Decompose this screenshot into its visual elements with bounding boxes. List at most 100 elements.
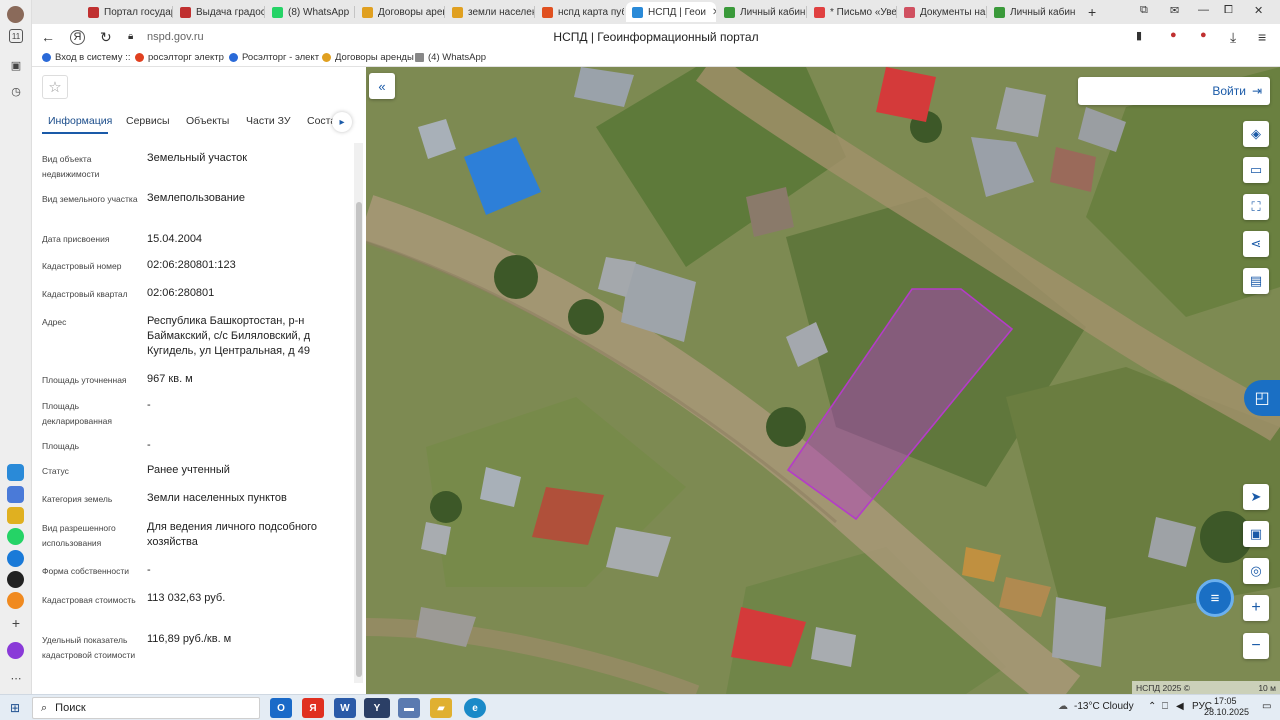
edge-icon[interactable]: e: [464, 698, 486, 718]
zoom-out-button[interactable]: −: [1243, 633, 1269, 659]
collections-icon[interactable]: ▣: [6, 55, 26, 75]
notifications-bell-icon[interactable]: ✉: [1170, 4, 1179, 17]
tab-gradplan[interactable]: Выдача градос: [174, 2, 264, 22]
favicon-icon: [362, 6, 373, 18]
close-tab-icon[interactable]: ✕: [712, 7, 716, 18]
panel-scrollbar-thumb[interactable]: [356, 202, 362, 677]
ruler-icon[interactable]: ▭: [1243, 157, 1269, 183]
alice-assistant-icon[interactable]: [7, 642, 24, 659]
weather-text[interactable]: -13°C Cloudy: [1074, 701, 1134, 712]
tab-mail-letter[interactable]: * Письмо «Уве: [808, 2, 896, 22]
tab-personal-cabinet[interactable]: Личный кабин: [718, 2, 806, 22]
minimap-icon[interactable]: ▣: [1243, 521, 1269, 547]
add-sidebar-icon[interactable]: +: [6, 613, 26, 633]
bookmark-icon[interactable]: ▮: [1136, 29, 1142, 42]
extension-icon-2[interactable]: ●: [1200, 29, 1207, 41]
history-icon[interactable]: ◷: [6, 81, 26, 101]
gosuslugi-sidebar-icon[interactable]: [7, 486, 24, 503]
network-icon[interactable]: ⎕: [1162, 701, 1168, 712]
minimize-icon[interactable]: —: [1198, 4, 1209, 16]
notifications-icon[interactable]: ▭: [1262, 701, 1271, 712]
login-button[interactable]: Войти ⇥: [1078, 77, 1270, 105]
tab-gosuslugi[interactable]: Портал государ: [82, 2, 172, 22]
satellite-map[interactable]: « Войти ⇥ ◈ ▭ ⛶ ⋖ ▤ ◰ ➤ ▣ ◎ + − ≡ НСПД 20…: [366, 67, 1280, 694]
taskbar-search-input[interactable]: ⌕ Поиск: [32, 697, 260, 719]
tab-objects[interactable]: Объекты: [186, 115, 229, 127]
chat-support-button[interactable]: ≡: [1196, 579, 1234, 617]
sidebar-settings-icon[interactable]: ⋯: [6, 668, 26, 688]
yandex-app-icon[interactable]: Y: [364, 698, 390, 718]
file-explorer-icon[interactable]: ▰: [430, 698, 452, 718]
zoom-in-button[interactable]: +: [1243, 595, 1269, 621]
tab-counter-icon[interactable]: 11: [9, 29, 23, 43]
search-icon: ⌕: [41, 701, 48, 714]
scanner-icon[interactable]: ▬: [398, 698, 420, 718]
tab-documents[interactable]: Документы на: [898, 2, 986, 22]
url-field[interactable]: nspd.gov.ru: [147, 31, 204, 43]
collapse-panel-button[interactable]: «: [369, 73, 395, 99]
yandex-logo-icon[interactable]: Я: [70, 30, 85, 45]
reload-icon[interactable]: ↻: [100, 29, 112, 46]
browser-side-rail: 11 ▣ ◷ + ⋯: [0, 0, 32, 694]
bookmark-roseltorg[interactable]: росэлторг электр: [135, 52, 224, 63]
browser-tab-strip: Портал государ Выдача градос (8) WhatsAp…: [32, 0, 1280, 24]
word-icon[interactable]: W: [334, 698, 356, 718]
extension-icon[interactable]: ●: [1170, 29, 1177, 41]
geo-search-icon[interactable]: ◎: [1243, 558, 1269, 584]
whatsapp-sidebar-icon[interactable]: [7, 528, 24, 545]
tab-nspd-active[interactable]: НСПД | Геои ✕: [626, 2, 716, 22]
favicon-icon: [88, 6, 99, 18]
clock-date[interactable]: 28.10.2025: [1204, 707, 1249, 717]
collections-icon[interactable]: ⧉: [1140, 4, 1148, 17]
field-value: -: [147, 399, 151, 411]
print-icon[interactable]: ▤: [1243, 268, 1269, 294]
search-placeholder: Поиск: [55, 702, 86, 714]
tab-nspd-search[interactable]: нспд карта пуб: [536, 2, 624, 22]
tab-settlement-lands[interactable]: земли населен: [446, 2, 534, 22]
field-value: 967 кв. м: [147, 373, 193, 385]
bookmark-roseltorg-2[interactable]: Росэлторг - элект: [229, 52, 319, 63]
weather-cloud-icon[interactable]: ☁: [1058, 701, 1068, 712]
assistant-bot-button[interactable]: ◰: [1244, 380, 1280, 416]
tabs-scroll-right-button[interactable]: ▸: [332, 112, 352, 132]
maximize-icon[interactable]: ⧠: [1224, 4, 1233, 17]
yandex-browser-icon[interactable]: Я: [302, 698, 324, 718]
tab-whatsapp[interactable]: (8) WhatsApp: [266, 2, 354, 22]
field-label: Площадь уточненная: [42, 375, 127, 385]
favorite-star-icon[interactable]: ☆: [42, 75, 68, 99]
close-window-icon[interactable]: ✕: [1254, 4, 1263, 17]
ok-sidebar-icon[interactable]: [7, 592, 24, 609]
tab-parts[interactable]: Части ЗУ: [246, 115, 291, 127]
locate-icon[interactable]: ➤: [1243, 484, 1269, 510]
tab-services[interactable]: Сервисы: [126, 115, 170, 127]
select-area-icon[interactable]: ⛶: [1243, 194, 1269, 220]
favicon-icon: [724, 6, 735, 18]
new-tab-button[interactable]: +: [1082, 2, 1102, 22]
download-icon[interactable]: ⤓: [1230, 29, 1236, 46]
bookmark-lease[interactable]: Договоры аренды: [322, 52, 414, 63]
volume-icon[interactable]: ◀: [1176, 701, 1184, 712]
mail-sidebar-icon[interactable]: [7, 507, 24, 524]
tray-overflow-icon[interactable]: ⌃: [1148, 701, 1156, 712]
bookmark-login[interactable]: Вход в систему ::: [42, 52, 130, 63]
menu-icon[interactable]: ≡: [1258, 29, 1266, 45]
tab-personal-cabinet-2[interactable]: Личный кабин: [988, 2, 1076, 22]
login-icon: ⇥: [1251, 84, 1262, 98]
messenger-sidebar-icon[interactable]: [7, 550, 24, 567]
lock-icon: 🔒︎: [128, 31, 134, 42]
nspd-sidebar-icon[interactable]: [7, 464, 24, 481]
yandex-icon: [542, 6, 553, 18]
whatsapp-icon: [272, 6, 283, 18]
outlook-icon[interactable]: O: [270, 698, 292, 718]
tab-information[interactable]: Информация: [48, 115, 112, 127]
field-label: Кадастровый квартал: [42, 289, 128, 299]
bookmark-whatsapp[interactable]: (4) WhatsApp: [415, 52, 486, 63]
share-icon[interactable]: ⋖: [1243, 231, 1269, 257]
layers-icon[interactable]: ◈: [1243, 121, 1269, 147]
profile-avatar[interactable]: [7, 6, 24, 23]
clock-time[interactable]: 17:05: [1214, 696, 1237, 706]
music-sidebar-icon[interactable]: [7, 571, 24, 588]
back-icon[interactable]: ←: [41, 29, 55, 45]
windows-start-icon[interactable]: ⊞: [10, 701, 20, 715]
tab-lease-contracts[interactable]: Договоры арен: [356, 2, 444, 22]
